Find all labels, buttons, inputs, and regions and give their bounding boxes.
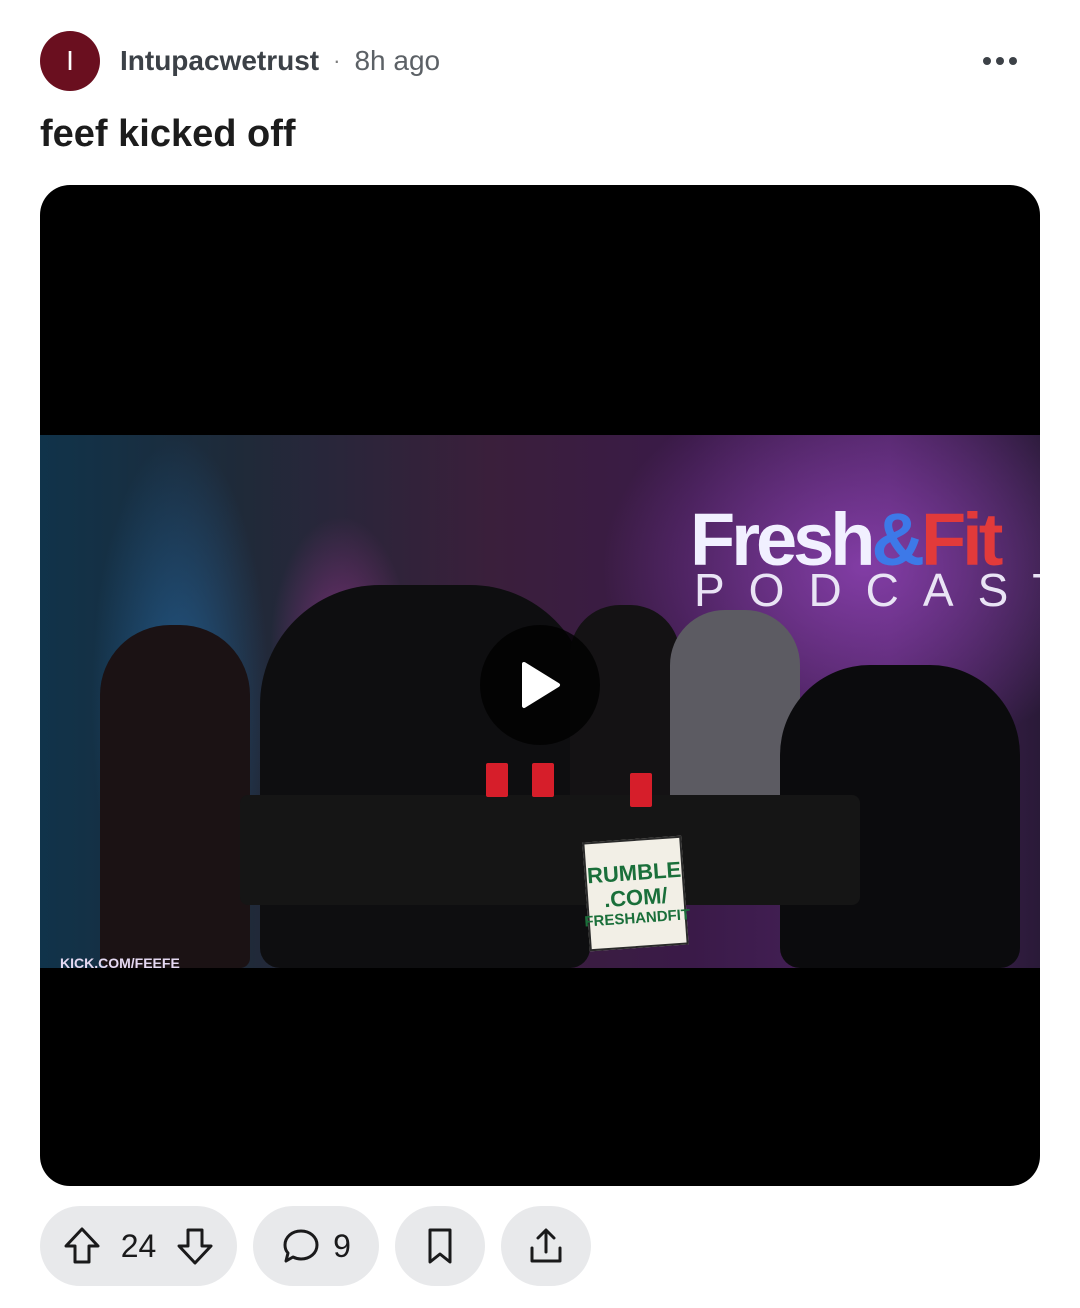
comment-count: 9 [333,1227,351,1264]
meta-separator: · [333,48,341,73]
post-time: 8h ago [354,45,441,76]
more-horizontal-icon [983,57,1017,65]
vote-bar: 24 [40,1206,237,1286]
upvote-button[interactable] [62,1226,102,1266]
share-button[interactable] [501,1206,591,1286]
play-icon [522,662,560,708]
post-header: I Intupacwetrust · 8h ago [40,31,1040,91]
red-cup [486,763,508,797]
person-silhouette [100,625,250,968]
save-button[interactable] [395,1206,485,1286]
red-cup [630,773,652,807]
logo-podcast: PODCAST [694,564,1040,616]
comment-icon [283,1229,319,1263]
video-watermark: KICK.COM/FEEFE [60,955,180,968]
post-title[interactable]: feef kicked off [40,113,296,156]
sign-line: RUMBLE [586,856,682,888]
avatar[interactable]: I [40,31,100,91]
post-actions: 24 9 [40,1206,591,1286]
studio-table [240,795,860,905]
arrow-up-icon [64,1227,100,1264]
vote-score: 24 [120,1227,157,1264]
author-username[interactable]: Intupacwetrust [120,45,319,77]
comments-button[interactable]: 9 [253,1206,379,1286]
sign-line: FRESHANDFIT [583,906,691,931]
bookmark-icon [428,1228,452,1264]
video-player[interactable]: Fresh&Fit PODCAST RUMBLE .COM/ FRESHANDF… [40,185,1040,1186]
play-button[interactable] [480,625,600,745]
arrow-down-icon [177,1228,213,1265]
rumble-sign: RUMBLE .COM/ FRESHANDFIT [582,835,691,952]
red-cup [532,763,554,797]
more-options-button[interactable] [978,39,1022,83]
downvote-button[interactable] [175,1226,215,1266]
share-icon [530,1228,562,1263]
